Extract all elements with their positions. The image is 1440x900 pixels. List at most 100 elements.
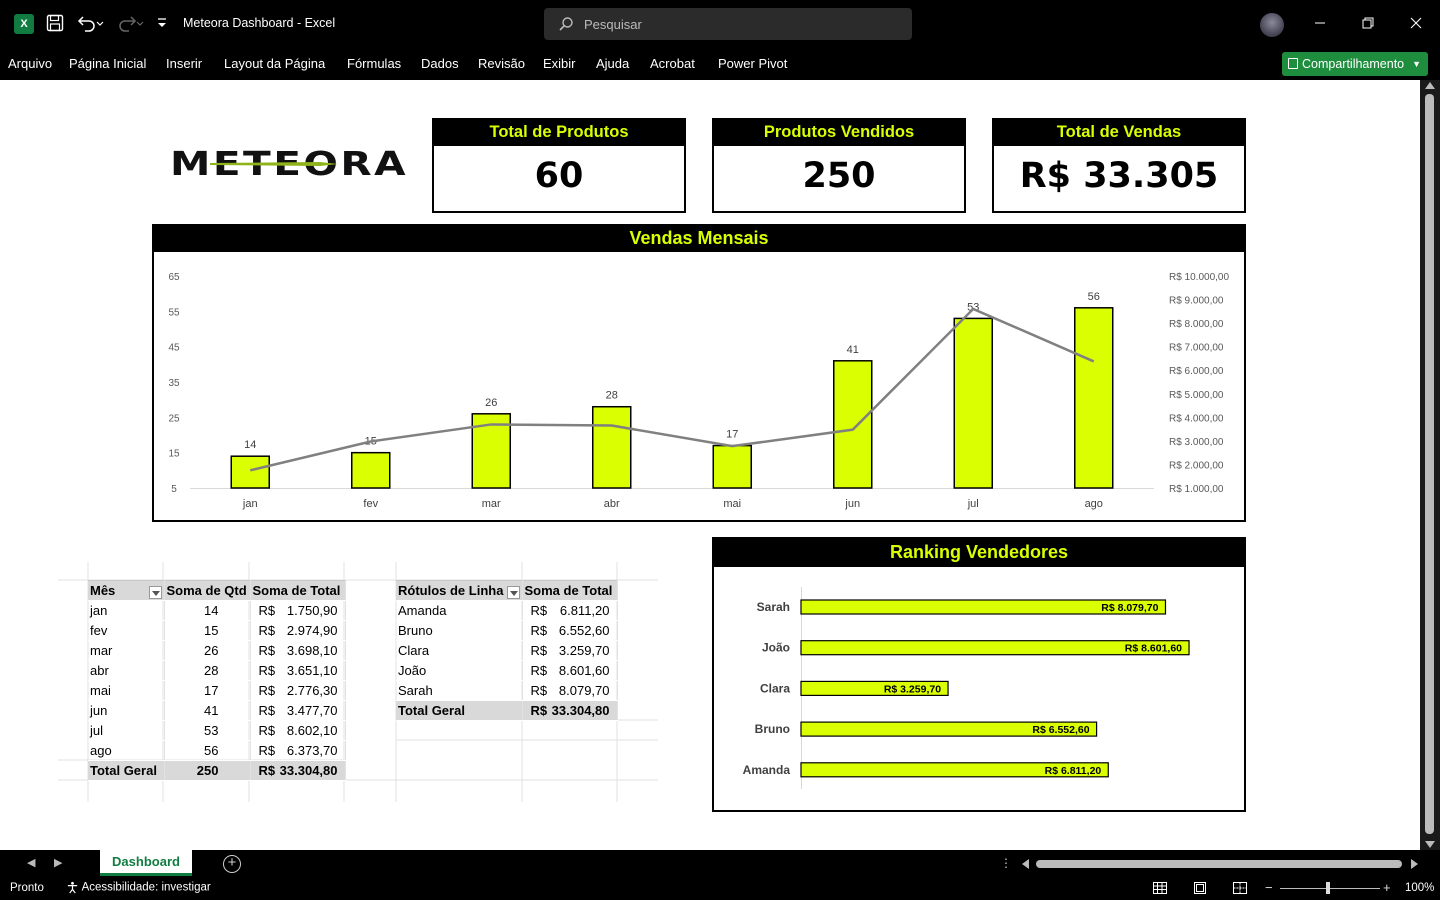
cell-total[interactable]: R$ 3.259,70 — [522, 640, 618, 661]
table-row[interactable]: mar 26 R$ 3.698,10 — [88, 640, 346, 661]
cell-mes[interactable]: mai — [88, 680, 165, 701]
cell-qtd[interactable]: 41 — [164, 700, 251, 721]
more-options-icon[interactable]: ⋮ — [1000, 856, 1012, 870]
cell-nome[interactable]: Bruno — [396, 620, 523, 641]
zoom-in-button[interactable]: + — [1383, 880, 1391, 895]
tab-dashboard[interactable]: Dashboard — [100, 850, 192, 876]
cell-total[interactable]: R$ 6.373,70 — [250, 740, 346, 761]
undo-icon[interactable] — [76, 14, 104, 37]
cell-mes[interactable]: jun — [88, 700, 165, 721]
minimize-button[interactable] — [1305, 10, 1335, 38]
hscroll-thumb[interactable] — [1036, 860, 1402, 868]
menu-revisao[interactable]: Revisão — [478, 56, 525, 71]
cell-nome[interactable]: João — [396, 660, 523, 681]
header-rotulos[interactable]: Rótulos de Linha — [396, 580, 523, 601]
menu-layout-da-pagina[interactable]: Layout da Página — [224, 56, 325, 71]
menu-pagina-inicial[interactable]: Página Inicial — [69, 56, 146, 71]
menu-power-pivot[interactable]: Power Pivot — [718, 56, 787, 71]
zoom-level[interactable]: 100% — [1405, 882, 1434, 894]
pivot-table-months[interactable]: Mês Soma de Qtd Soma de Total jan 14 R$ 1.7… — [88, 580, 346, 781]
horizontal-scrollbar[interactable] — [1022, 857, 1418, 871]
header-soma-total[interactable]: Soma de Total — [250, 580, 346, 601]
cell-total[interactable]: R$ 6.811,20 — [522, 600, 618, 621]
cell-qtd[interactable]: 26 — [164, 640, 251, 661]
cell-total[interactable]: R$ 2.776,30 — [250, 680, 346, 701]
menu-inserir[interactable]: Inserir — [166, 56, 202, 71]
zoom-slider-thumb[interactable] — [1326, 882, 1330, 894]
menu-dados[interactable]: Dados — [421, 56, 459, 71]
table-row[interactable]: ago 56 R$ 6.373,70 — [88, 740, 346, 761]
cell-total[interactable]: R$ 2.974,90 — [250, 620, 346, 641]
table-row[interactable]: Sarah R$ 8.079,70 — [396, 680, 618, 701]
normal-view-icon[interactable] — [1152, 880, 1168, 896]
table-row[interactable]: fev 15 R$ 2.974,90 — [88, 620, 346, 641]
tab-next-icon[interactable]: ▶ — [54, 856, 62, 869]
vertical-scrollbar[interactable] — [1420, 80, 1440, 850]
restore-button[interactable] — [1353, 10, 1383, 38]
scroll-down-icon[interactable] — [1425, 841, 1435, 848]
table-row[interactable]: Clara R$ 3.259,70 — [396, 640, 618, 661]
cell-total[interactable]: R$ 1.750,90 — [250, 600, 346, 621]
pivot-table-sellers[interactable]: Rótulos de Linha Soma de Total Amanda R$ 6… — [396, 580, 618, 721]
search-box[interactable] — [544, 8, 912, 40]
cell-qtd[interactable]: 28 — [164, 660, 251, 681]
table-row[interactable]: mai 17 R$ 2.776,30 — [88, 680, 346, 701]
pivot-total-row[interactable]: Total Geral R$ 33.304,80 — [396, 700, 618, 721]
share-button[interactable]: Compartilhamento ▼ — [1282, 52, 1428, 76]
header-mes[interactable]: Mês — [88, 580, 165, 601]
filter-dropdown-icon[interactable] — [506, 585, 520, 599]
header-soma-qtd[interactable]: Soma de Qtd — [164, 580, 251, 601]
table-row[interactable]: Bruno R$ 6.552,60 — [396, 620, 618, 641]
scroll-thumb[interactable] — [1425, 94, 1434, 834]
cell-total[interactable]: R$ 8.601,60 — [522, 660, 618, 681]
page-break-view-icon[interactable] — [1232, 880, 1248, 896]
header-soma-total[interactable]: Soma de Total — [522, 580, 618, 601]
accessibility-status[interactable]: Acessibilidade: investigar — [66, 881, 211, 894]
cell-mes[interactable]: mar — [88, 640, 165, 661]
menu-ajuda[interactable]: Ajuda — [596, 56, 629, 71]
add-sheet-icon[interactable]: + — [223, 855, 241, 873]
table-row[interactable]: João R$ 8.601,60 — [396, 660, 618, 681]
filter-dropdown-icon[interactable] — [148, 585, 162, 599]
table-row[interactable]: jun 41 R$ 3.477,70 — [88, 700, 346, 721]
zoom-slider[interactable] — [1280, 888, 1380, 889]
cell-mes[interactable]: fev — [88, 620, 165, 641]
close-button[interactable] — [1401, 10, 1431, 38]
table-row[interactable]: jul 53 R$ 8.602,10 — [88, 720, 346, 741]
chart-ranking-vendedores[interactable]: Ranking Vendedores Sarah R$ 8.079,70 João R… — [712, 537, 1246, 812]
cell-total[interactable]: R$ 3.651,10 — [250, 660, 346, 681]
cell-nome[interactable]: Sarah — [396, 680, 523, 701]
cell-nome[interactable]: Clara — [396, 640, 523, 661]
table-row[interactable]: jan 14 R$ 1.750,90 — [88, 600, 346, 621]
search-input[interactable] — [584, 14, 884, 34]
scroll-left-icon[interactable] — [1022, 859, 1029, 869]
pivot-total-row[interactable]: Total Geral 250 R$ 33.304,80 — [88, 760, 346, 781]
cell-qtd[interactable]: 14 — [164, 600, 251, 621]
chevron-down-icon[interactable]: ▼ — [1412, 52, 1421, 76]
cell-total[interactable]: R$ 3.477,70 — [250, 700, 346, 721]
table-row[interactable]: abr 28 R$ 3.651,10 — [88, 660, 346, 681]
save-icon[interactable] — [46, 14, 64, 37]
cell-qtd[interactable]: 53 — [164, 720, 251, 741]
cell-mes[interactable]: abr — [88, 660, 165, 681]
cell-nome[interactable]: Amanda — [396, 600, 523, 621]
cell-qtd[interactable]: 17 — [164, 680, 251, 701]
customize-toolbar-icon[interactable] — [156, 14, 168, 37]
cell-mes[interactable]: ago — [88, 740, 165, 761]
redo-icon[interactable] — [116, 14, 144, 37]
chart-vendas-mensais[interactable]: Vendas Mensais 5 15 25 35 45 55 65 R$ 1.000,00 R… — [152, 224, 1246, 522]
page-layout-view-icon[interactable] — [1192, 880, 1208, 896]
menu-exibir[interactable]: Exibir — [543, 56, 576, 71]
cell-total[interactable]: R$ 6.552,60 — [522, 620, 618, 641]
menu-arquivo[interactable]: Arquivo — [8, 56, 52, 71]
zoom-out-button[interactable]: − — [1265, 880, 1273, 895]
cell-total[interactable]: R$ 8.079,70 — [522, 680, 618, 701]
cell-total[interactable]: R$ 3.698,10 — [250, 640, 346, 661]
menu-formulas[interactable]: Fórmulas — [347, 56, 401, 71]
cell-total[interactable]: R$ 8.602,10 — [250, 720, 346, 741]
tab-prev-icon[interactable]: ◀ — [27, 856, 35, 869]
scroll-up-icon[interactable] — [1425, 82, 1435, 89]
menu-acrobat[interactable]: Acrobat — [650, 56, 695, 71]
cell-qtd[interactable]: 56 — [164, 740, 251, 761]
cell-mes[interactable]: jan — [88, 600, 165, 621]
